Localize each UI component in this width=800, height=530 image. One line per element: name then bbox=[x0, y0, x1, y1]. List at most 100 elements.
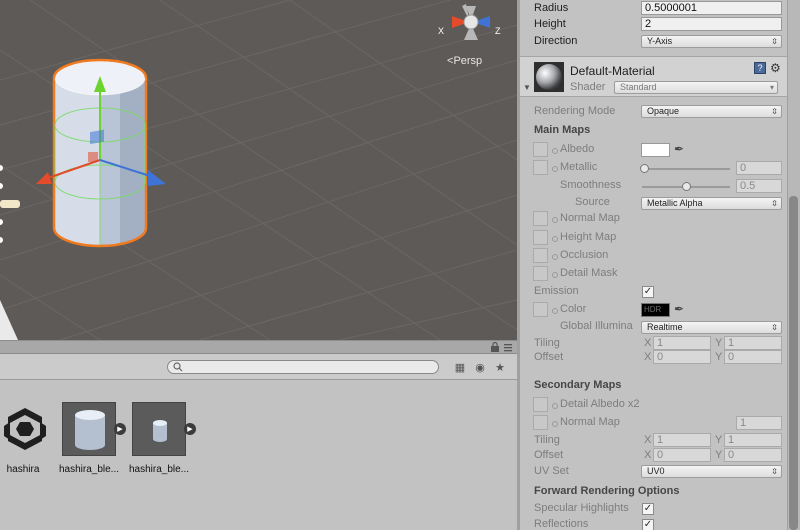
metallic-slider-track[interactable] bbox=[642, 168, 730, 170]
detail-albedo-slot[interactable] bbox=[533, 397, 548, 412]
lock-icon[interactable] bbox=[490, 342, 500, 352]
emission-color-swatch[interactable]: HDR bbox=[641, 303, 670, 317]
help-icon[interactable]: ? bbox=[754, 62, 766, 74]
smoothness-field[interactable]: 0.5 bbox=[736, 179, 782, 193]
texture-picker-icon[interactable] bbox=[552, 148, 558, 154]
panel-menu-icon[interactable] bbox=[503, 342, 513, 352]
gear-icon[interactable]: ⚙ bbox=[770, 61, 781, 75]
search-input[interactable] bbox=[167, 360, 439, 374]
filter-by-label-button[interactable]: ◉ bbox=[472, 360, 488, 375]
eyedropper-icon[interactable]: ✒ bbox=[674, 302, 684, 316]
emission-color-slot[interactable] bbox=[533, 302, 548, 317]
filter-type-icon: ▦ bbox=[454, 362, 466, 374]
plane-handle-xy bbox=[90, 129, 104, 145]
offscreen-object bbox=[0, 200, 20, 208]
normal-map-slot[interactable] bbox=[533, 211, 548, 226]
uv-set-value: UV0 bbox=[647, 466, 665, 476]
favorites-button[interactable]: ★ bbox=[492, 360, 508, 375]
source-label: Source bbox=[575, 196, 610, 208]
albedo-texture-slot[interactable] bbox=[533, 142, 548, 157]
texture-picker-icon[interactable] bbox=[552, 272, 558, 278]
offset-y-field[interactable]: 0 bbox=[724, 350, 782, 364]
emission-label: Emission bbox=[534, 285, 579, 297]
shader-label: Shader bbox=[570, 81, 606, 93]
specular-highlights-label: Specular Highlights bbox=[534, 502, 629, 514]
specular-highlights-checkbox[interactable]: ✓ bbox=[642, 503, 654, 515]
texture-picker-icon[interactable] bbox=[552, 254, 558, 260]
offset2-y-axis-label: Y bbox=[715, 449, 723, 461]
reflections-label: Reflections bbox=[534, 518, 589, 530]
radius-label: Radius bbox=[534, 2, 569, 14]
tiling2-x-field[interactable]: 1 bbox=[653, 433, 711, 447]
cylinder-small-icon bbox=[153, 420, 167, 442]
metallic-slider-thumb[interactable] bbox=[640, 164, 649, 173]
foldout-arrow-icon[interactable]: ▼ bbox=[523, 83, 531, 92]
tiling-x-field[interactable]: 1 bbox=[653, 336, 711, 350]
scene-canvas[interactable] bbox=[0, 0, 517, 340]
smoothness-label: Smoothness bbox=[560, 179, 622, 191]
global-illumination-dropdown[interactable]: Realtime ⇳ bbox=[641, 321, 782, 334]
occlusion-slot[interactable] bbox=[533, 248, 548, 263]
scene-view[interactable]: X Z <Persp bbox=[0, 0, 517, 340]
unity-editor: X Z <Persp ▦ ◉ ★ hashira ▶ hashira_ble..… bbox=[0, 0, 800, 530]
eyedropper-icon[interactable]: ✒ bbox=[674, 142, 684, 156]
texture-picker-icon[interactable] bbox=[552, 166, 558, 172]
source-dropdown[interactable]: Metallic Alpha ⇳ bbox=[641, 197, 782, 210]
expand-asset-icon[interactable]: ▶ bbox=[184, 423, 196, 435]
inspector-scroll-thumb[interactable] bbox=[789, 196, 798, 530]
detail-mask-slot[interactable] bbox=[533, 266, 548, 281]
offset-x-field[interactable]: 0 bbox=[653, 350, 711, 364]
scene-view-gizmo[interactable]: X Z bbox=[436, 0, 506, 48]
shader-value: Standard bbox=[620, 82, 657, 92]
reflections-checkbox[interactable]: ✓ bbox=[642, 519, 654, 530]
checkmark-icon: ✓ bbox=[643, 503, 653, 514]
asset-grid: hashira ▶ hashira_ble... ▶ hashira_ble..… bbox=[0, 380, 517, 530]
dropdown-arrow-icon: ⇳ bbox=[771, 323, 778, 332]
smoothness-slider-thumb[interactable] bbox=[682, 182, 691, 191]
height-label: Height bbox=[534, 18, 566, 30]
offset-label: Offset bbox=[534, 351, 564, 363]
cylinder-mesh-icon bbox=[75, 410, 105, 450]
texture-picker-icon[interactable] bbox=[552, 217, 558, 223]
texture-picker-icon[interactable] bbox=[552, 308, 558, 314]
normal-map-label: Normal Map bbox=[560, 212, 620, 224]
shader-dropdown[interactable]: Standard ▾ bbox=[614, 81, 778, 94]
rendering-mode-dropdown[interactable]: Opaque ⇳ bbox=[641, 105, 782, 118]
direction-dropdown[interactable]: Y-Axis ⇳ bbox=[641, 35, 782, 48]
texture-picker-icon[interactable] bbox=[552, 421, 558, 427]
rendering-mode-label: Rendering Mode bbox=[534, 105, 616, 117]
gizmo-z-label: Z bbox=[495, 26, 501, 36]
albedo-color-swatch[interactable] bbox=[641, 143, 670, 157]
emission-checkbox[interactable]: ✓ bbox=[642, 286, 654, 298]
detail-normal-map-slot[interactable] bbox=[533, 415, 548, 430]
offset2-x-field[interactable]: 0 bbox=[653, 448, 711, 462]
radius-field[interactable]: 0.5000001 bbox=[641, 1, 782, 15]
height-map-slot[interactable] bbox=[533, 230, 548, 245]
expand-asset-icon[interactable]: ▶ bbox=[114, 423, 126, 435]
filter-by-type-button[interactable]: ▦ bbox=[452, 360, 468, 375]
floor-edge bbox=[0, 300, 18, 340]
project-toolbar: ▦ ◉ ★ bbox=[0, 354, 517, 380]
emission-color-label: Color bbox=[560, 303, 587, 315]
detail-normal-scale-field[interactable]: 1 bbox=[736, 416, 782, 430]
source-value: Metallic Alpha bbox=[647, 198, 703, 208]
height-field[interactable]: 2 bbox=[641, 17, 782, 31]
tiling2-y-field[interactable]: 1 bbox=[724, 433, 782, 447]
persp-label: Persp bbox=[453, 55, 483, 67]
dropdown-arrow-icon: ⇳ bbox=[771, 467, 778, 476]
texture-picker-icon[interactable] bbox=[552, 236, 558, 242]
direction-label: Direction bbox=[534, 35, 578, 47]
dropdown-arrow-icon: ⇳ bbox=[771, 107, 778, 116]
uv-set-dropdown[interactable]: UV0 ⇳ bbox=[641, 465, 782, 478]
material-header[interactable]: Default-Material Shader Standard ▾ ? ⚙ ▼ bbox=[520, 56, 800, 97]
metallic-field[interactable]: 0 bbox=[736, 161, 782, 175]
metallic-texture-slot[interactable] bbox=[533, 160, 548, 175]
detail-albedo-label: Detail Albedo x2 bbox=[560, 398, 640, 410]
projection-toggle[interactable]: <Persp bbox=[447, 55, 482, 67]
detail-mask-label: Detail Mask bbox=[560, 267, 618, 279]
offset2-y-field[interactable]: 0 bbox=[724, 448, 782, 462]
tiling-y-field[interactable]: 1 bbox=[724, 336, 782, 350]
checkmark-icon: ✓ bbox=[643, 519, 653, 530]
texture-picker-icon[interactable] bbox=[552, 403, 558, 409]
z-axis-arrow bbox=[148, 170, 166, 186]
